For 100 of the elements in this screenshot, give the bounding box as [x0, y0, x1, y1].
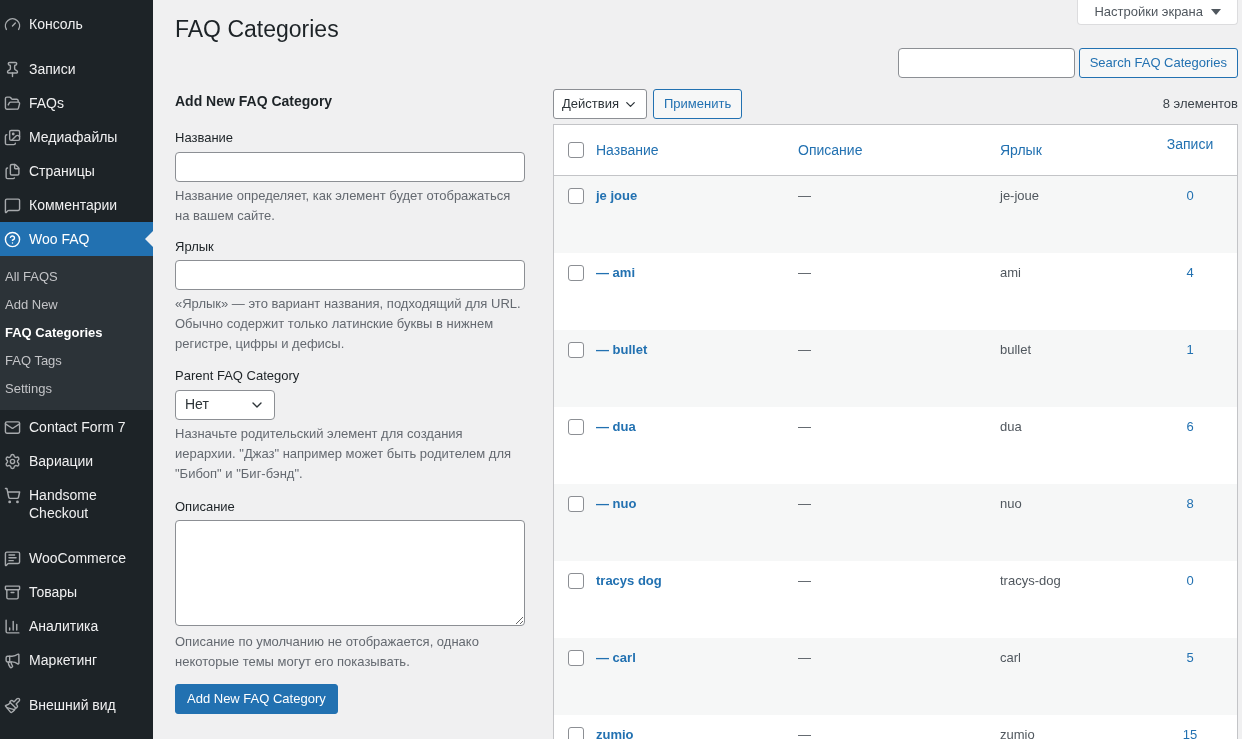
menu-item[interactable]: Товары	[0, 575, 153, 609]
row-checkbox[interactable]	[568, 650, 584, 666]
table-cell-text: ami	[1000, 264, 1022, 282]
submenu-item[interactable]: Settings	[0, 375, 153, 403]
field-label: Ярлык	[175, 237, 215, 256]
name-field[interactable]	[175, 151, 525, 182]
apply-button[interactable]: Применить	[653, 89, 743, 119]
category-name-link[interactable]: tracys dog	[596, 571, 798, 591]
table-cell-text: —	[798, 418, 812, 436]
field-hint: Название определяет, как элемент будет отображаться на вашем сайте.	[175, 186, 512, 225]
category-name-link[interactable]: — dua	[596, 417, 798, 437]
pages-icon	[4, 163, 21, 180]
table-cell-text: —	[798, 572, 812, 590]
column-header[interactable]: Описание	[798, 139, 1000, 161]
count-link[interactable]: 6	[1160, 417, 1220, 437]
bulk-actions-select[interactable]: Действия	[553, 89, 647, 119]
form-heading: Add New FAQ Category	[175, 92, 334, 111]
menu-item[interactable]: Записи	[0, 52, 153, 86]
cart-icon	[4, 487, 21, 504]
item-count: 8 элементов	[1162, 95, 1238, 114]
menu-item[interactable]: Woo FAQ	[0, 222, 153, 256]
field-hint: «Ярлык» — это вариант названия, подходящий для URL. Обычно содержит только латинские буквы в нижнем регистре, цифры и дефисы.	[175, 295, 522, 353]
speech-bubble-icon	[4, 550, 21, 567]
current-pointer-icon	[145, 231, 153, 247]
menu-item[interactable]: Handsome Checkout	[0, 478, 153, 530]
settings-icon	[4, 453, 21, 470]
mail-icon	[4, 419, 21, 436]
column-header[interactable]: Ярлык	[1000, 139, 1160, 161]
row-checkbox[interactable]	[568, 727, 584, 739]
count-link[interactable]: 5	[1160, 648, 1220, 668]
comment-icon	[4, 197, 21, 214]
add-category-button[interactable]: Add New FAQ Category	[175, 684, 338, 714]
field-label: Название	[175, 129, 235, 147]
menu-item[interactable]: Contact Form 7	[0, 410, 153, 444]
field-hint: Описание по умолчанию не отображается, однако некоторые темы могут его показывать.	[175, 633, 480, 671]
table-cell-text: —	[798, 726, 812, 739]
category-name-link[interactable]: — nuo	[596, 494, 798, 514]
table-cell-text: —	[798, 495, 812, 513]
page-title: FAQ Categories	[175, 15, 339, 44]
menu-item[interactable]: Вариации	[0, 444, 153, 478]
slug-field[interactable]	[175, 260, 525, 290]
media-icon	[4, 129, 21, 146]
menu-item[interactable]: Комментарии	[0, 188, 153, 222]
row-checkbox[interactable]	[568, 188, 584, 204]
table-cell-text: —	[798, 264, 812, 282]
table-cell-text: carl	[1000, 649, 1022, 667]
menu-item[interactable]: Страницы	[0, 154, 153, 188]
submenu-item[interactable]: Add New	[0, 291, 153, 319]
count-link[interactable]: 0	[1160, 186, 1220, 206]
bar-chart-icon	[4, 618, 21, 635]
row-checkbox[interactable]	[568, 496, 584, 512]
column-header[interactable]: Записи	[1160, 133, 1220, 155]
field-label: Описание	[175, 497, 236, 516]
category-name-link[interactable]: — carl	[596, 648, 798, 668]
menu-item[interactable]: Маркетинг	[0, 643, 153, 677]
column-header[interactable]: Название	[596, 139, 798, 161]
category-name-link[interactable]: je joue	[596, 186, 798, 206]
field-hint: Назначьте родительский элемент для создания иерархии. "Джаз" например может быть родителем для "Бибоп" и "Биг-бэнд".	[175, 424, 513, 483]
table-cell-text: zumio	[1000, 726, 1036, 739]
row-checkbox[interactable]	[568, 573, 584, 589]
table-cell-text: nuo	[1000, 495, 1023, 513]
field-label: Parent FAQ Category	[175, 367, 301, 385]
menu-item[interactable]: Консоль	[0, 7, 153, 41]
submenu-item[interactable]: FAQ Categories	[0, 319, 153, 347]
paintbrush-icon	[4, 697, 21, 714]
gauge-icon	[4, 16, 21, 33]
submenu-item[interactable]: FAQ Tags	[0, 347, 153, 375]
menu-item[interactable]: FAQs	[0, 86, 153, 120]
count-link[interactable]: 15	[1160, 725, 1220, 739]
table-cell-text: —	[798, 341, 812, 359]
category-name-link[interactable]: — bullet	[596, 340, 798, 360]
search-button[interactable]: Search FAQ Categories	[1078, 48, 1238, 78]
menu-item[interactable]: Внешний вид	[0, 688, 153, 722]
parent-select[interactable]: Нет	[175, 389, 275, 420]
row-checkbox[interactable]	[568, 265, 584, 281]
table-cell-text: je-joue	[1000, 187, 1041, 205]
help-icon	[4, 231, 21, 248]
table-cell-text: dua	[1000, 418, 1023, 436]
dropdown-triangle-icon	[1211, 9, 1221, 15]
menu-item[interactable]: Аналитика	[0, 609, 153, 643]
count-link[interactable]: 8	[1160, 494, 1220, 514]
table-cell-text: tracys-dog	[1000, 572, 1062, 590]
category-name-link[interactable]: zumio	[596, 725, 798, 739]
select-all-checkbox[interactable]	[568, 142, 584, 158]
count-link[interactable]: 0	[1160, 571, 1220, 591]
count-link[interactable]: 1	[1160, 340, 1220, 360]
row-checkbox[interactable]	[568, 419, 584, 435]
row-checkbox[interactable]	[568, 342, 584, 358]
menu-item[interactable]: WooCommerce	[0, 541, 153, 575]
screen-options-button[interactable]: Настройки экрана	[1077, 0, 1238, 25]
search-field[interactable]	[897, 48, 1075, 78]
description-field[interactable]	[175, 520, 525, 626]
table-cell-text: bullet	[1000, 341, 1033, 359]
submenu-item[interactable]: All FAQS	[0, 263, 153, 291]
folder-icon	[4, 95, 21, 112]
menu-item[interactable]: Медиафайлы	[0, 120, 153, 154]
category-name-link[interactable]: — ami	[596, 263, 798, 283]
table-cell-text: —	[798, 649, 812, 667]
count-link[interactable]: 4	[1160, 263, 1220, 283]
megaphone-icon	[4, 652, 21, 669]
